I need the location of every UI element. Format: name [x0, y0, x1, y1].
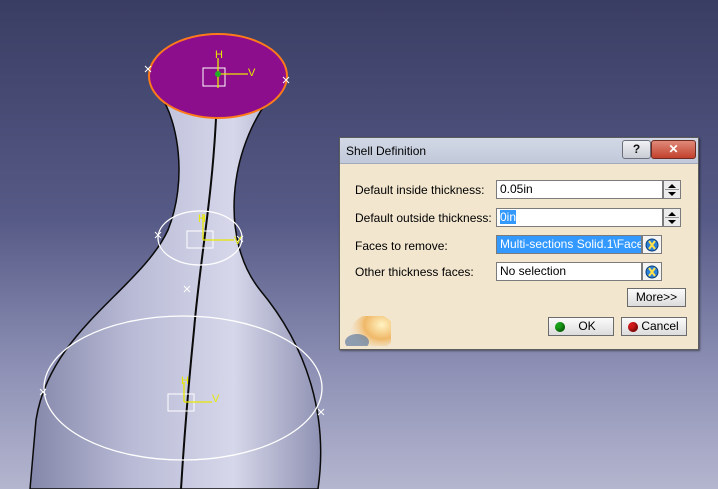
- catia-logo-icon: [345, 316, 391, 346]
- outside-thickness-spinner[interactable]: [663, 208, 681, 227]
- axis-label-v-top: V: [248, 67, 256, 79]
- inside-thickness-spinner[interactable]: [663, 180, 681, 199]
- selection-list-icon: [645, 265, 659, 279]
- spin-down-icon[interactable]: [668, 220, 676, 224]
- inside-thickness-label: Default inside thickness:: [355, 183, 485, 197]
- axis-label-v-bottom: V: [212, 393, 220, 405]
- cancel-icon: [628, 322, 638, 332]
- other-faces-list-button[interactable]: [642, 262, 662, 281]
- faces-to-remove-label: Faces to remove:: [355, 239, 448, 253]
- outside-thickness-label: Default outside thickness:: [355, 211, 492, 225]
- axis-label-h-top: H: [215, 49, 223, 61]
- axis-label-h-bottom: H: [181, 375, 189, 387]
- dialog-titlebar[interactable]: Shell Definition ? ✕: [340, 138, 698, 164]
- inside-thickness-input[interactable]: 0.05in: [496, 180, 663, 199]
- close-button[interactable]: ✕: [651, 140, 696, 159]
- axis-label-v-mid: V: [234, 235, 242, 247]
- outside-thickness-input[interactable]: 0in: [496, 208, 663, 227]
- spin-up-icon[interactable]: [668, 212, 676, 216]
- axis-label-h-mid: H: [198, 213, 206, 225]
- spin-up-icon[interactable]: [668, 184, 676, 188]
- spin-down-icon[interactable]: [668, 192, 676, 196]
- cancel-button[interactable]: Cancel: [621, 317, 687, 336]
- help-button[interactable]: ?: [622, 140, 651, 159]
- ok-icon: [555, 322, 565, 332]
- other-thickness-faces-label: Other thickness faces:: [355, 265, 474, 279]
- faces-to-remove-list-button[interactable]: [642, 235, 662, 254]
- ok-button[interactable]: OK: [548, 317, 614, 336]
- ok-label: OK: [578, 319, 596, 333]
- shell-definition-dialog: Shell Definition ? ✕ Default inside thic…: [339, 137, 699, 350]
- vase-body[interactable]: [29, 94, 322, 489]
- outside-thickness-selected-text: 0in: [500, 210, 517, 224]
- faces-to-remove-field[interactable]: Multi-sections Solid.1\Face: [496, 235, 642, 254]
- other-thickness-faces-field[interactable]: No selection: [496, 262, 642, 281]
- more-button[interactable]: More>>: [627, 288, 686, 307]
- dialog-title: Shell Definition: [346, 144, 427, 158]
- cancel-label: Cancel: [641, 319, 679, 333]
- selection-list-icon: [645, 238, 659, 252]
